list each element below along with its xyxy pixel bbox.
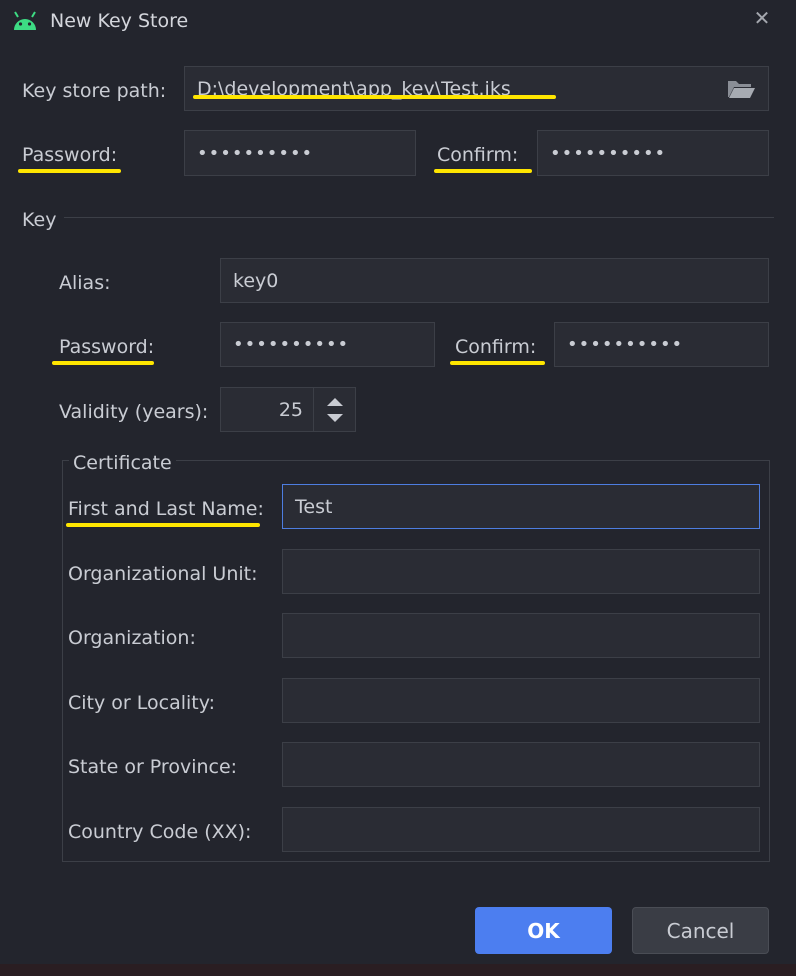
close-icon[interactable]: ✕ <box>750 6 774 30</box>
keystore-confirm-field[interactable]: •••••••••• <box>537 130 769 176</box>
validity-spinner[interactable]: 25 <box>220 387 356 432</box>
first-last-name-label: First and Last Name: <box>68 498 264 520</box>
spinner-up-icon[interactable] <box>326 397 344 407</box>
first-last-name-value: Test <box>295 495 333 518</box>
key-section-label: Key <box>22 209 57 231</box>
android-icon <box>14 11 36 30</box>
keystore-path-field[interactable]: D:\development\app_key\Test.jks <box>184 66 769 111</box>
section-divider <box>64 217 774 218</box>
key-password-value: •••••••••• <box>233 334 350 355</box>
keystore-password-value: •••••••••• <box>197 142 314 164</box>
key-confirm-value: •••••••••• <box>567 334 684 355</box>
key-confirm-label: Confirm: <box>455 336 537 358</box>
window-title: New Key Store <box>50 10 189 32</box>
keystore-password-label: Password: <box>22 144 118 166</box>
spinner-arrows-icon[interactable] <box>313 388 355 431</box>
country-code-field[interactable] <box>282 807 760 852</box>
alias-value: key0 <box>233 269 279 292</box>
key-password-label: Password: <box>59 336 155 358</box>
keystore-confirm-label: Confirm: <box>437 144 519 166</box>
organization-field[interactable] <box>282 613 760 658</box>
window-bottom-edge <box>0 964 796 976</box>
key-confirm-field[interactable]: •••••••••• <box>554 322 769 367</box>
keystore-password-field[interactable]: •••••••••• <box>184 130 416 176</box>
highlight-underline <box>434 169 532 173</box>
highlight-underline <box>18 169 121 173</box>
state-province-field[interactable] <box>282 742 760 787</box>
first-last-name-field[interactable]: Test <box>282 484 760 529</box>
certificate-section-label: Certificate <box>69 452 176 474</box>
keystore-path-label: Key store path: <box>22 80 167 102</box>
title-bar: New Key Store ✕ <box>0 0 796 44</box>
alias-label: Alias: <box>59 272 111 294</box>
highlight-underline <box>52 361 154 365</box>
cancel-button[interactable]: Cancel <box>632 907 769 954</box>
validity-value: 25 <box>278 398 303 421</box>
city-locality-label: City or Locality: <box>68 692 215 714</box>
ok-button[interactable]: OK <box>475 907 612 954</box>
organizational-unit-label: Organizational Unit: <box>68 563 258 585</box>
highlight-underline <box>193 95 556 99</box>
validity-label: Validity (years): <box>59 401 209 423</box>
state-province-label: State or Province: <box>68 756 238 778</box>
organization-label: Organization: <box>68 627 196 649</box>
keystore-confirm-value: •••••••••• <box>550 142 667 164</box>
organizational-unit-field[interactable] <box>282 549 760 594</box>
country-code-label: Country Code (XX): <box>68 821 252 843</box>
spinner-down-icon[interactable] <box>326 413 344 423</box>
highlight-underline <box>66 523 260 527</box>
alias-field[interactable]: key0 <box>220 258 769 303</box>
highlight-underline <box>450 361 545 365</box>
folder-open-icon[interactable] <box>726 78 756 100</box>
key-password-field[interactable]: •••••••••• <box>220 322 435 367</box>
city-locality-field[interactable] <box>282 678 760 723</box>
